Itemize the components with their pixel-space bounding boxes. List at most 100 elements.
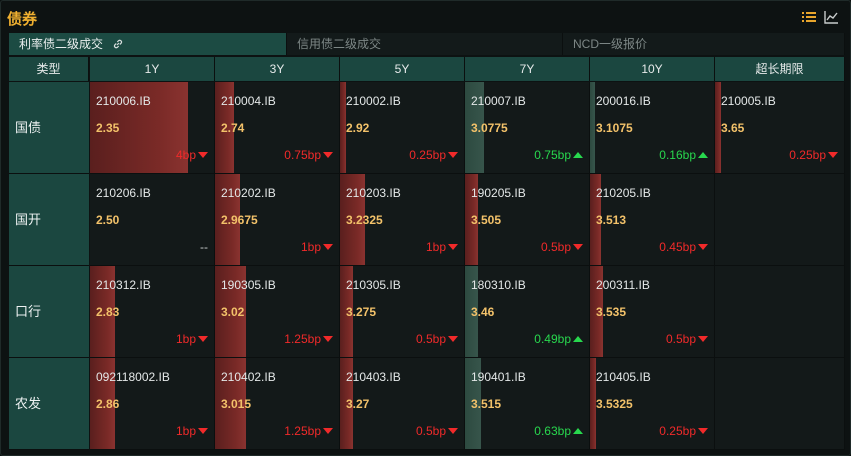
yield-change: 0.5bp [541,240,583,254]
change-bar [590,82,595,173]
bond-code: 210206.IB [96,186,151,200]
yield-change: 0.63bp [534,424,583,438]
tab-bar: 利率债二级成交 信用债二级成交 NCD一级报价 [9,33,845,55]
yield-change-value: 0.75bp [284,148,321,162]
bond-code: 210006.IB [96,94,151,108]
bond-cell[interactable]: 210403.IB 3.27 0.5bp [340,358,465,450]
triangle-up-icon [573,336,583,342]
bond-cell[interactable]: 210005.IB 3.65 0.25bp [715,82,845,174]
yield-change: 0.5bp [666,332,708,346]
triangle-down-icon [323,152,333,158]
column-header[interactable]: 超长期限 [715,57,845,81]
bond-yield: 3.27 [346,397,370,411]
bond-cell[interactable]: 210202.IB 2.9675 1bp [215,174,340,266]
triangle-up-icon [573,152,583,158]
link-icon [112,35,124,57]
bond-cell[interactable]: 210002.IB 2.92 0.25bp [340,82,465,174]
yield-change: 0.16bp [659,148,708,162]
bond-cell[interactable]: 210312.IB 2.83 1bp [90,266,215,358]
bond-cell[interactable]: 190205.IB 3.505 0.5bp [465,174,590,266]
yield-change: 1bp [176,424,208,438]
yield-change: 0.25bp [789,148,838,162]
column-header[interactable]: 7Y [465,57,590,81]
yield-change: 0.25bp [409,148,458,162]
list-icon[interactable] [801,9,817,25]
bond-yield: 2.92 [346,121,370,135]
tab-credit-bond[interactable]: 信用债二级成交 [287,33,563,55]
bond-panel: 债券 利率债二级成交 信用债二级成交 NCD一级报价 类型 1Y 3Y 5Y 7… [0,0,851,456]
bond-yield: 3.1075 [596,121,633,135]
bond-code: 210402.IB [221,370,276,384]
bond-cell[interactable]: 210405.IB 3.5325 0.25bp [590,358,715,450]
yield-change: 0.75bp [284,148,333,162]
yield-change: 0.5bp [416,424,458,438]
empty-cell [715,266,845,358]
yield-change-value: 0.25bp [789,148,826,162]
bond-code: 210005.IB [721,94,776,108]
yield-change: 1.25bp [284,424,333,438]
yield-change: 0.45bp [659,240,708,254]
bond-cell[interactable]: 210205.IB 3.513 0.45bp [590,174,715,266]
triangle-up-icon [573,428,583,434]
bond-cell[interactable]: 210006.IB 2.35 4bp [90,82,215,174]
panel-header: 债券 [1,1,850,32]
yield-change-value: -- [200,240,208,254]
bond-cell[interactable]: 210007.IB 3.0775 0.75bp [465,82,590,174]
yield-change: 0.75bp [534,148,583,162]
triangle-down-icon [323,244,333,250]
tab-ncd-quote[interactable]: NCD一级报价 [563,33,845,55]
bond-yield: 2.83 [96,305,120,319]
bond-yield: 3.46 [471,305,495,319]
bond-code: 210403.IB [346,370,401,384]
bond-code: 092118002.IB [96,370,170,384]
yield-change-value: 1.25bp [284,424,321,438]
bond-cell[interactable]: 180310.IB 3.46 0.49bp [465,266,590,358]
yield-change-value: 1bp [175,332,196,346]
yield-change-value: 1.25bp [284,332,321,346]
bond-cell[interactable]: 092118002.IB 2.86 1bp [90,358,215,450]
triangle-down-icon [448,336,458,342]
bond-yield: 3.275 [346,305,377,319]
tab-label: 信用债二级成交 [297,37,382,51]
yield-change-value: 0.5bp [540,240,571,254]
yield-change-value: 0.45bp [659,240,696,254]
bond-cell[interactable]: 210305.IB 3.275 0.5bp [340,266,465,358]
tab-label: 利率债二级成交 [19,37,104,51]
column-header[interactable]: 5Y [340,57,465,81]
bond-cell[interactable]: 200311.IB 3.535 0.5bp [590,266,715,358]
bond-cell[interactable]: 210004.IB 2.74 0.75bp [215,82,340,174]
bond-code: 210202.IB [221,186,276,200]
empty-cell [715,358,845,450]
bond-code: 210312.IB [96,278,151,292]
triangle-down-icon [448,244,458,250]
bond-code: 210203.IB [346,186,401,200]
line-chart-icon[interactable] [823,9,839,25]
panel-title: 债券 [7,11,38,28]
triangle-down-icon [698,428,708,434]
bond-cell[interactable]: 210206.IB 2.50 -- [90,174,215,266]
yield-change-value: 4bp [175,148,196,162]
bond-code: 210007.IB [471,94,526,108]
bond-code: 210205.IB [596,186,651,200]
column-header[interactable]: 10Y [590,57,715,81]
bond-cell[interactable]: 200016.IB 3.1075 0.16bp [590,82,715,174]
column-header[interactable]: 3Y [215,57,340,81]
bond-yield: 3.515 [471,397,502,411]
tab-rate-bond[interactable]: 利率债二级成交 [9,33,287,55]
triangle-down-icon [198,152,208,158]
yield-change-value: 0.25bp [659,424,696,438]
bond-yield: 2.74 [221,121,245,135]
yield-change: 0.5bp [416,332,458,346]
column-header[interactable]: 1Y [90,57,215,81]
yield-change-value: 0.5bp [415,332,446,346]
yield-change-value: 1bp [175,424,196,438]
bond-code: 210004.IB [221,94,276,108]
bond-cell[interactable]: 190305.IB 3.02 1.25bp [215,266,340,358]
bond-yield: 3.513 [596,213,627,227]
bond-cell[interactable]: 210203.IB 3.2325 1bp [340,174,465,266]
bond-yield: 3.65 [721,121,745,135]
bond-cell[interactable]: 190401.IB 3.515 0.63bp [465,358,590,450]
column-header-type: 类型 [9,57,89,81]
bond-yield: 3.02 [221,305,245,319]
bond-cell[interactable]: 210402.IB 3.015 1.25bp [215,358,340,450]
